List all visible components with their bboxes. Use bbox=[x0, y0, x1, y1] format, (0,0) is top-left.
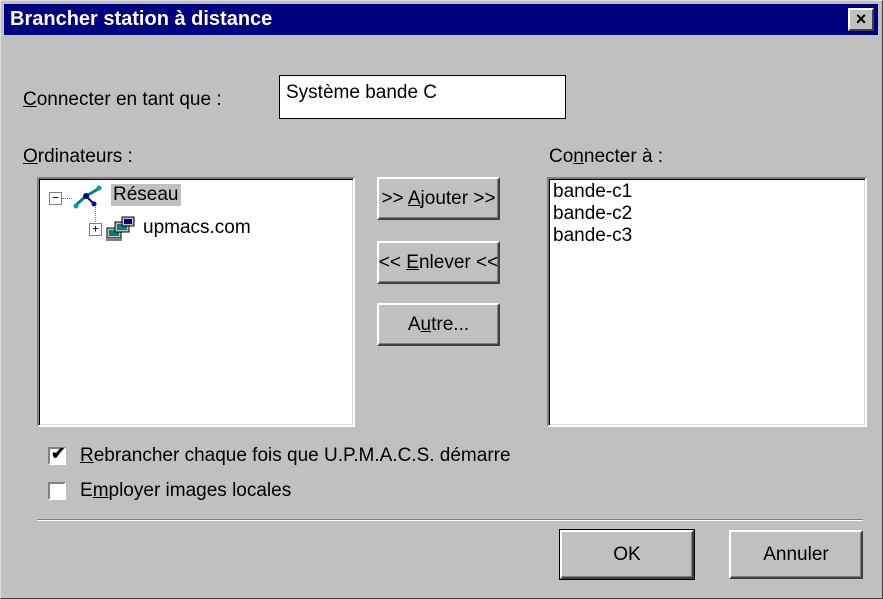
connect-as-label: Connecter en tant que : bbox=[23, 89, 222, 110]
local-images-checkbox[interactable] bbox=[48, 482, 66, 500]
ok-button[interactable]: OK bbox=[559, 529, 695, 580]
separator bbox=[37, 519, 863, 521]
close-button[interactable]: × bbox=[848, 8, 874, 31]
add-button[interactable]: >> Ajouter >> bbox=[377, 177, 500, 220]
cancel-button[interactable]: Annuler bbox=[729, 530, 863, 579]
list-item[interactable]: bande-c3 bbox=[553, 225, 632, 247]
connect-as-input[interactable]: Système bande C bbox=[279, 75, 566, 119]
remove-button[interactable]: << Enlever << bbox=[377, 241, 500, 284]
ok-button-label: OK bbox=[613, 543, 641, 565]
list-item[interactable]: bande-c2 bbox=[553, 203, 632, 225]
network-icon bbox=[73, 185, 102, 209]
check-icon: ✔ bbox=[51, 444, 66, 463]
collapse-icon[interactable]: − bbox=[49, 192, 62, 205]
connect-to-list[interactable]: bande-c1 bande-c2 bande-c3 bbox=[547, 177, 867, 427]
domain-computers-icon bbox=[106, 216, 135, 241]
local-images-label[interactable]: Employer images locales bbox=[80, 480, 291, 502]
connect-to-label: Connecter à : bbox=[549, 146, 664, 167]
expand-icon[interactable]: + bbox=[89, 223, 102, 236]
other-button-label: Autre... bbox=[407, 313, 470, 335]
remove-button-label: << Enlever << bbox=[378, 251, 499, 273]
other-button[interactable]: Autre... bbox=[377, 303, 500, 346]
list-item[interactable]: bande-c1 bbox=[553, 181, 632, 203]
tree-connector bbox=[62, 198, 72, 199]
computers-label: Ordinateurs : bbox=[23, 146, 133, 167]
dialog-window: Brancher station à distance × Connecter … bbox=[0, 0, 883, 599]
cancel-button-label: Annuler bbox=[763, 543, 829, 565]
tree-item-network[interactable]: Réseau bbox=[111, 184, 181, 206]
title-bar[interactable]: Brancher station à distance × bbox=[4, 4, 878, 35]
reconnect-label[interactable]: Rebrancher chaque fois que U.P.M.A.C.S. … bbox=[80, 445, 511, 467]
add-button-label: >> Ajouter >> bbox=[381, 187, 496, 209]
window-title: Brancher station à distance bbox=[10, 8, 273, 30]
reconnect-checkbox[interactable]: ✔ bbox=[48, 444, 66, 465]
close-icon: × bbox=[855, 9, 867, 29]
connect-as-value: Système bande C bbox=[286, 82, 438, 103]
computers-tree[interactable]: − Réseau + upmacs.com bbox=[37, 177, 355, 427]
tree-item-domain[interactable]: upmacs.com bbox=[143, 217, 251, 239]
